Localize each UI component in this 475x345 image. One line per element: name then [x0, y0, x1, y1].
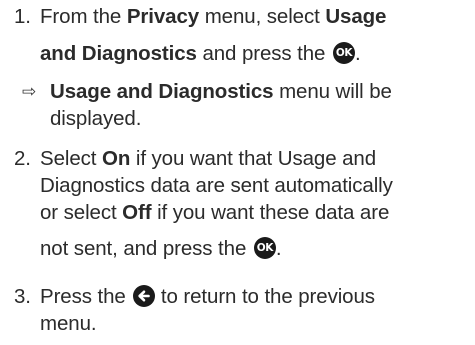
- instruction-list: 1. From the Privacy menu, select Usage a…: [0, 0, 475, 345]
- step-2-line-2: Diagnostics data are sent automatically: [40, 174, 393, 197]
- step-1-number: 1.: [14, 5, 31, 28]
- step-2-line-3: or select Off if you want these data are: [40, 201, 390, 224]
- step-1-result-line-1: Usage and Diagnostics menu will be: [50, 80, 392, 103]
- step-2-line-4: not sent, and press the OK.: [40, 237, 282, 260]
- step-2-number: 2.: [14, 147, 31, 170]
- ok-button-icon: OK: [332, 42, 355, 64]
- result-arrow-icon: ⇨: [22, 82, 37, 102]
- step-1-line-1: From the Privacy menu, select Usage: [40, 5, 387, 28]
- step-3-line-2: menu.: [40, 312, 97, 335]
- step-2-line-1: Select On if you want that Usage and: [40, 147, 376, 170]
- step-1-line-2: and Diagnostics and press the OK.: [40, 42, 361, 65]
- back-arrow-button-icon: [133, 285, 156, 307]
- step-3-line-1: Press the to return to the previous: [40, 285, 375, 308]
- step-3-number: 3.: [14, 285, 31, 308]
- step-1-result-line-2: displayed.: [50, 107, 142, 130]
- ok-button-icon: OK: [253, 237, 276, 259]
